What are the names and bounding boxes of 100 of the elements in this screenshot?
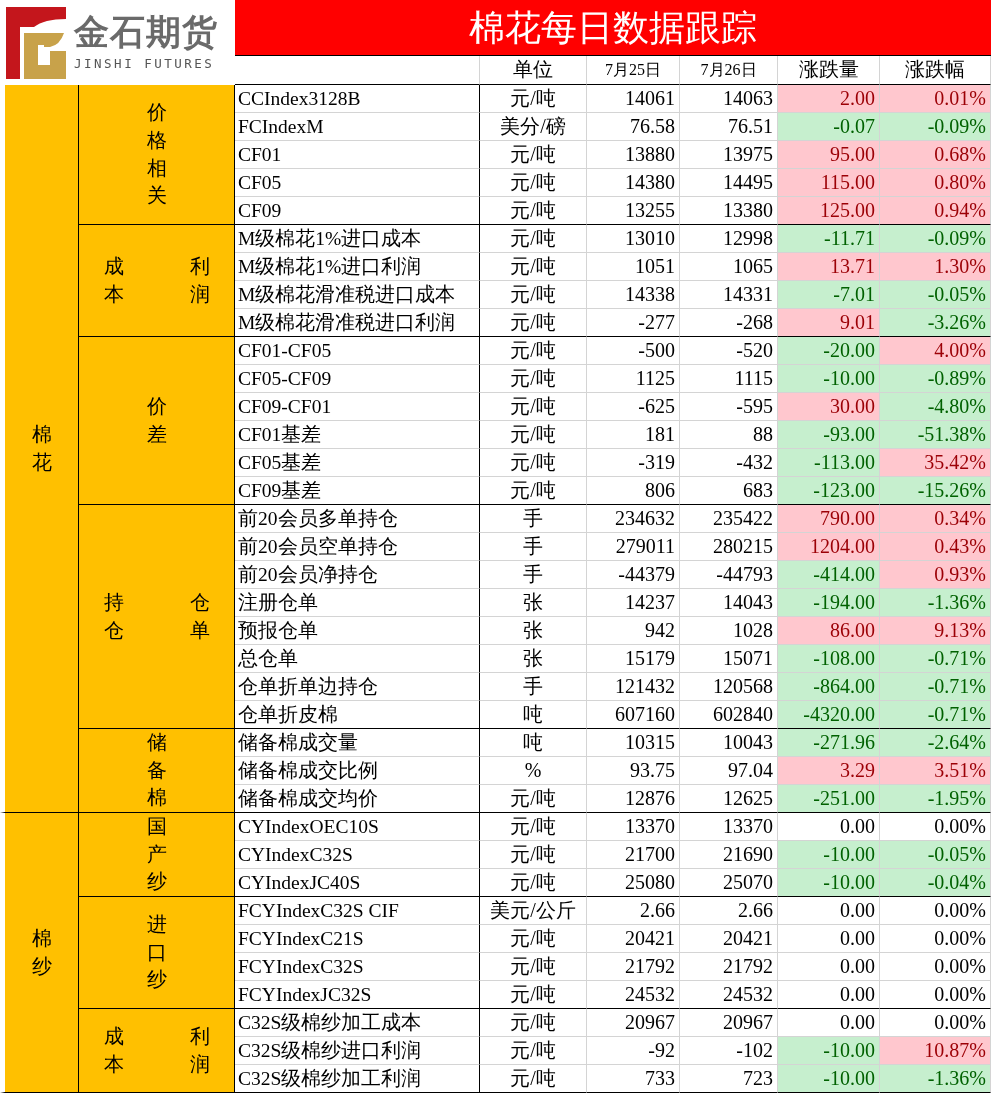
value-cell: 24532 bbox=[587, 981, 680, 1009]
percent-cell: -15.26% bbox=[880, 477, 991, 505]
category-label: 棉纱 bbox=[31, 925, 52, 979]
value-cell: -268 bbox=[680, 309, 778, 337]
percent-cell: -0.71% bbox=[880, 645, 991, 673]
change-cell: -10.00 bbox=[778, 841, 880, 869]
unit-cell: 吨 bbox=[480, 729, 587, 757]
value-cell: 234632 bbox=[587, 505, 680, 533]
row-name: CYIndexOEC10S bbox=[235, 813, 480, 841]
unit-cell: 手 bbox=[480, 505, 587, 533]
unit-cell: 元/吨 bbox=[480, 169, 587, 197]
percent-cell: 0.68% bbox=[880, 141, 991, 169]
unit-cell: 张 bbox=[480, 617, 587, 645]
unit-cell: 张 bbox=[480, 589, 587, 617]
change-cell: 0.00 bbox=[778, 897, 880, 925]
percent-cell: -0.05% bbox=[880, 281, 991, 309]
row-name: CYIndexC32S bbox=[235, 841, 480, 869]
value-cell: 14063 bbox=[680, 85, 778, 113]
percent-cell: -0.09% bbox=[880, 113, 991, 141]
percent-cell: -2.64% bbox=[880, 729, 991, 757]
value-cell: 10043 bbox=[680, 729, 778, 757]
value-cell: 13975 bbox=[680, 141, 778, 169]
unit-cell: 元/吨 bbox=[480, 309, 587, 337]
value-cell: 20421 bbox=[680, 925, 778, 953]
change-cell: -864.00 bbox=[778, 673, 880, 701]
unit-cell: 元/吨 bbox=[480, 253, 587, 281]
unit-cell: 手 bbox=[480, 673, 587, 701]
value-cell: -44793 bbox=[680, 561, 778, 589]
row-name: FCYIndexC21S bbox=[235, 925, 480, 953]
column-header: 涨跌幅 bbox=[880, 56, 991, 85]
unit-cell: 元/吨 bbox=[480, 421, 587, 449]
unit-cell: 元/吨 bbox=[480, 393, 587, 421]
value-cell: -92 bbox=[587, 1037, 680, 1065]
unit-cell: 元/吨 bbox=[480, 141, 587, 169]
row-name: CCIndex3128B bbox=[235, 85, 480, 113]
row-name: C32S级棉纱加工利润 bbox=[235, 1065, 480, 1093]
percent-cell: 0.01% bbox=[880, 85, 991, 113]
row-name: CF09-CF01 bbox=[235, 393, 480, 421]
row-name: CF05-CF09 bbox=[235, 365, 480, 393]
unit-cell: 元/吨 bbox=[480, 1065, 587, 1093]
change-cell: -414.00 bbox=[778, 561, 880, 589]
change-cell: 0.00 bbox=[778, 981, 880, 1009]
subgroup-label: 利润 bbox=[189, 1023, 210, 1077]
unit-cell: 张 bbox=[480, 645, 587, 673]
percent-cell: 0.80% bbox=[880, 169, 991, 197]
percent-cell: -0.09% bbox=[880, 225, 991, 253]
percent-cell: -1.36% bbox=[880, 589, 991, 617]
row-name: C32S级棉纱加工成本 bbox=[235, 1009, 480, 1037]
value-cell: 13380 bbox=[680, 197, 778, 225]
unit-cell: 元/吨 bbox=[480, 1009, 587, 1037]
percent-cell: -4.80% bbox=[880, 393, 991, 421]
row-name: FCYIndexC32S CIF bbox=[235, 897, 480, 925]
value-cell: 20421 bbox=[587, 925, 680, 953]
sheet-title: 棉花每日数据跟踪 bbox=[235, 0, 991, 56]
unit-cell: 元/吨 bbox=[480, 981, 587, 1009]
row-name: CYIndexJC40S bbox=[235, 869, 480, 897]
subgroup-label: 价差 bbox=[146, 393, 167, 447]
change-cell: 0.00 bbox=[778, 925, 880, 953]
subgroup-label: 仓单 bbox=[189, 589, 210, 643]
percent-cell: 10.87% bbox=[880, 1037, 991, 1065]
percent-cell: 3.51% bbox=[880, 757, 991, 785]
value-cell: 20967 bbox=[587, 1009, 680, 1037]
value-cell: 21700 bbox=[587, 841, 680, 869]
subgroup-label: 成本 bbox=[103, 1023, 124, 1077]
value-cell: 25080 bbox=[587, 869, 680, 897]
percent-cell: -0.71% bbox=[880, 701, 991, 729]
value-cell: 21792 bbox=[587, 953, 680, 981]
percent-cell: -51.38% bbox=[880, 421, 991, 449]
value-cell: 21792 bbox=[680, 953, 778, 981]
value-cell: 88 bbox=[680, 421, 778, 449]
change-cell: -251.00 bbox=[778, 785, 880, 813]
unit-cell: 元/吨 bbox=[480, 869, 587, 897]
change-cell: 790.00 bbox=[778, 505, 880, 533]
row-name: 前20会员净持仓 bbox=[235, 561, 480, 589]
value-cell: 13370 bbox=[680, 813, 778, 841]
change-cell: 9.01 bbox=[778, 309, 880, 337]
unit-cell: 元/吨 bbox=[480, 477, 587, 505]
value-cell: 13880 bbox=[587, 141, 680, 169]
percent-cell: 0.34% bbox=[880, 505, 991, 533]
value-cell: -625 bbox=[587, 393, 680, 421]
percent-cell: -0.71% bbox=[880, 673, 991, 701]
value-cell: 733 bbox=[587, 1065, 680, 1093]
unit-cell: 元/吨 bbox=[480, 813, 587, 841]
value-cell: 97.04 bbox=[680, 757, 778, 785]
value-cell: 602840 bbox=[680, 701, 778, 729]
row-name: 前20会员空单持仓 bbox=[235, 533, 480, 561]
change-cell: 95.00 bbox=[778, 141, 880, 169]
subgroup-label: 进口纱 bbox=[146, 912, 167, 993]
change-cell: -10.00 bbox=[778, 869, 880, 897]
row-name: CF09基差 bbox=[235, 477, 480, 505]
percent-cell: -0.04% bbox=[880, 869, 991, 897]
row-name: 注册仓单 bbox=[235, 589, 480, 617]
logo-tagline: JINSHI FUTURES bbox=[74, 57, 215, 71]
row-name: FCIndexM bbox=[235, 113, 480, 141]
column-header: 7月25日 bbox=[587, 56, 680, 85]
percent-cell: 0.00% bbox=[880, 953, 991, 981]
percent-cell: 0.94% bbox=[880, 197, 991, 225]
change-cell: -123.00 bbox=[778, 477, 880, 505]
row-name: M级棉花1%进口利润 bbox=[235, 253, 480, 281]
value-cell: 2.66 bbox=[587, 897, 680, 925]
